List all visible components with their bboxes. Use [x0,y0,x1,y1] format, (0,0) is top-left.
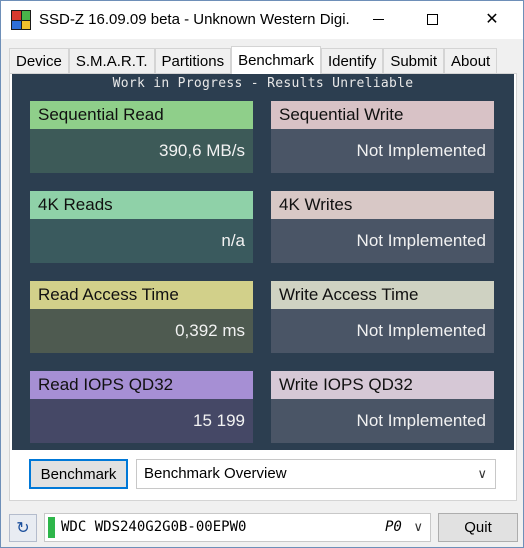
card-title: Read Access Time [30,281,253,309]
tab-identify[interactable]: Identify [320,48,384,73]
card-title: Write IOPS QD32 [271,371,494,399]
drive-name: WDC WDS240G2G0B-00EPW0 [61,519,247,535]
title-bar[interactable]: SSD-Z 16.09.09 beta - Unknown Western Di… [1,1,523,39]
minimize-button[interactable] [355,1,401,37]
card-value: 15 199 [30,399,253,443]
close-icon: ✕ [485,11,499,28]
window-title: SSD-Z 16.09.09 beta - Unknown Western Di… [39,11,351,28]
benchmark-button[interactable]: Benchmark [29,459,128,489]
app-icon [11,10,31,30]
sequential-write-card: Sequential Write Not Implemented [271,101,494,173]
tab-partitions[interactable]: Partitions [154,48,232,73]
maximize-button[interactable] [409,1,455,37]
benchmark-results-panel: Work in Progress - Results Unreliable Se… [12,74,514,450]
drive-status-indicator [48,517,55,538]
card-value: Not Implemented [271,309,494,353]
card-title: Sequential Write [271,101,494,129]
overview-selected-value: Benchmark Overview [144,465,287,482]
close-button[interactable]: ✕ [469,1,515,37]
app-window: SSD-Z 16.09.09 beta - Unknown Western Di… [0,0,524,548]
drive-select[interactable]: WDC WDS240G2G0B-00EPW0 P0 ∨ [44,513,431,542]
read-iops-card: Read IOPS QD32 15 199 [30,371,253,443]
tab-benchmark[interactable]: Benchmark [231,46,321,74]
tab-device[interactable]: Device [9,48,69,73]
sequential-read-card: Sequential Read 390,6 MB/s [30,101,253,173]
refresh-icon: ↻ [16,520,30,537]
card-value: Not Implemented [271,399,494,443]
card-title: 4K Writes [271,191,494,219]
drive-port: P0 [385,519,402,535]
card-value: 390,6 MB/s [30,129,253,173]
write-access-time-card: Write Access Time Not Implemented [271,281,494,353]
card-value: Not Implemented [271,129,494,173]
card-title: Sequential Read [30,101,253,129]
tab-about[interactable]: About [444,48,498,73]
4k-reads-card: 4K Reads n/a [30,191,253,263]
card-title: 4K Reads [30,191,253,219]
write-iops-card: Write IOPS QD32 Not Implemented [271,371,494,443]
tab-strip: Device S.M.A.R.T. Partitions Benchmark I… [9,46,498,74]
warning-banner: Work in Progress - Results Unreliable [112,76,414,91]
chevron-down-icon: ∨ [413,519,423,534]
refresh-button[interactable]: ↻ [9,514,37,542]
read-access-time-card: Read Access Time 0,392 ms [30,281,253,353]
minimize-icon [372,18,384,20]
maximize-icon [426,13,438,25]
chevron-down-icon: ∨ [477,466,487,481]
card-title: Read IOPS QD32 [30,371,253,399]
quit-button[interactable]: Quit [438,513,518,542]
card-value: 0,392 ms [30,309,253,353]
tab-smart[interactable]: S.M.A.R.T. [68,48,155,73]
4k-writes-card: 4K Writes Not Implemented [271,191,494,263]
tab-submit[interactable]: Submit [383,48,445,73]
benchmark-overview-select[interactable]: Benchmark Overview ∨ [136,459,496,489]
card-value: n/a [30,219,253,263]
card-title: Write Access Time [271,281,494,309]
card-value: Not Implemented [271,219,494,263]
